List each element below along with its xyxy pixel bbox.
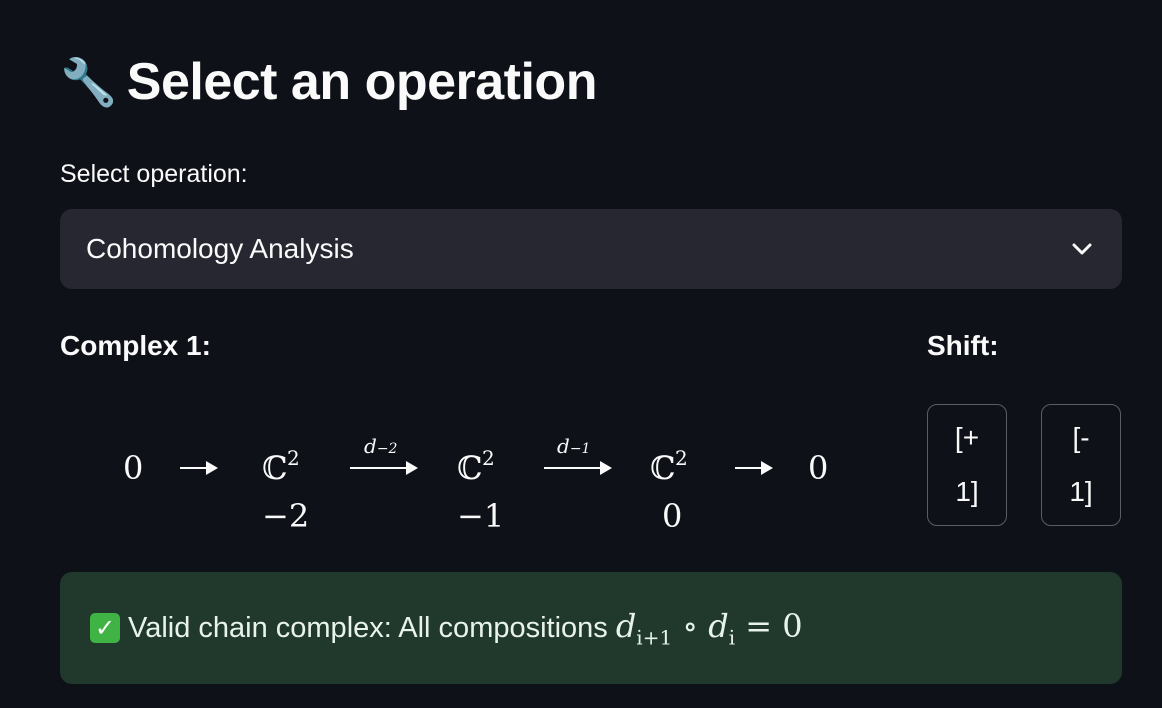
degree-minus1: −1 bbox=[457, 497, 505, 535]
complex-label: Complex 1: bbox=[60, 330, 211, 361]
space-deg-minus1: ℂ bbox=[457, 449, 483, 487]
page-title: 🔧 Select an operation bbox=[60, 52, 597, 112]
arrow-d-minus1 bbox=[544, 467, 602, 469]
arrow-d-minus1-head bbox=[600, 461, 612, 475]
composition-formula: di+1 ∘ di = 0 bbox=[615, 606, 803, 650]
shift-plus-label-1: [+ bbox=[954, 422, 980, 453]
degree-minus2: −2 bbox=[262, 497, 310, 535]
degree-0: 0 bbox=[662, 497, 683, 535]
arrow-1-head bbox=[206, 461, 218, 475]
page-title-text: Select an operation bbox=[126, 53, 598, 111]
space-deg-minus2: ℂ bbox=[262, 449, 288, 487]
success-text: Valid chain complex: All compositions bbox=[128, 611, 608, 644]
chevron-down-icon[interactable] bbox=[1068, 235, 1096, 263]
zero-right: 0 bbox=[808, 449, 829, 487]
arrow-d-minus2-head bbox=[406, 461, 418, 475]
differential-minus2: d−2 bbox=[364, 434, 398, 458]
shift-label: Shift: bbox=[927, 330, 999, 361]
wrench-icon: 🔧 bbox=[60, 55, 117, 108]
zero-left: 0 bbox=[123, 449, 144, 487]
success-alert: ✓ Valid chain complex: All compositions … bbox=[60, 572, 1122, 684]
shift-minus-button[interactable]: [- 1] bbox=[1041, 404, 1121, 526]
operation-select-value: Cohomology Analysis bbox=[86, 233, 354, 264]
operation-select-label: Select operation: bbox=[60, 160, 248, 188]
arrow-last bbox=[735, 467, 763, 469]
arrow-last-head bbox=[761, 461, 773, 475]
shift-minus-label-1: [- bbox=[1072, 422, 1090, 453]
differential-minus1: d−1 bbox=[557, 434, 591, 458]
shift-minus-label-2: 1] bbox=[1069, 476, 1093, 507]
space-exp-0: 2 bbox=[675, 446, 688, 470]
arrow-d-minus2 bbox=[350, 467, 408, 469]
shift-plus-label-2: 1] bbox=[955, 476, 979, 507]
space-exp-minus1: 2 bbox=[482, 446, 495, 470]
check-mark-icon: ✓ bbox=[90, 613, 120, 643]
space-exp-minus2: 2 bbox=[287, 446, 300, 470]
space-deg-0: ℂ bbox=[650, 449, 676, 487]
operation-select[interactable]: Cohomology Analysis bbox=[60, 209, 1122, 289]
arrow-1 bbox=[180, 467, 208, 469]
shift-plus-button[interactable]: [+ 1] bbox=[927, 404, 1007, 526]
